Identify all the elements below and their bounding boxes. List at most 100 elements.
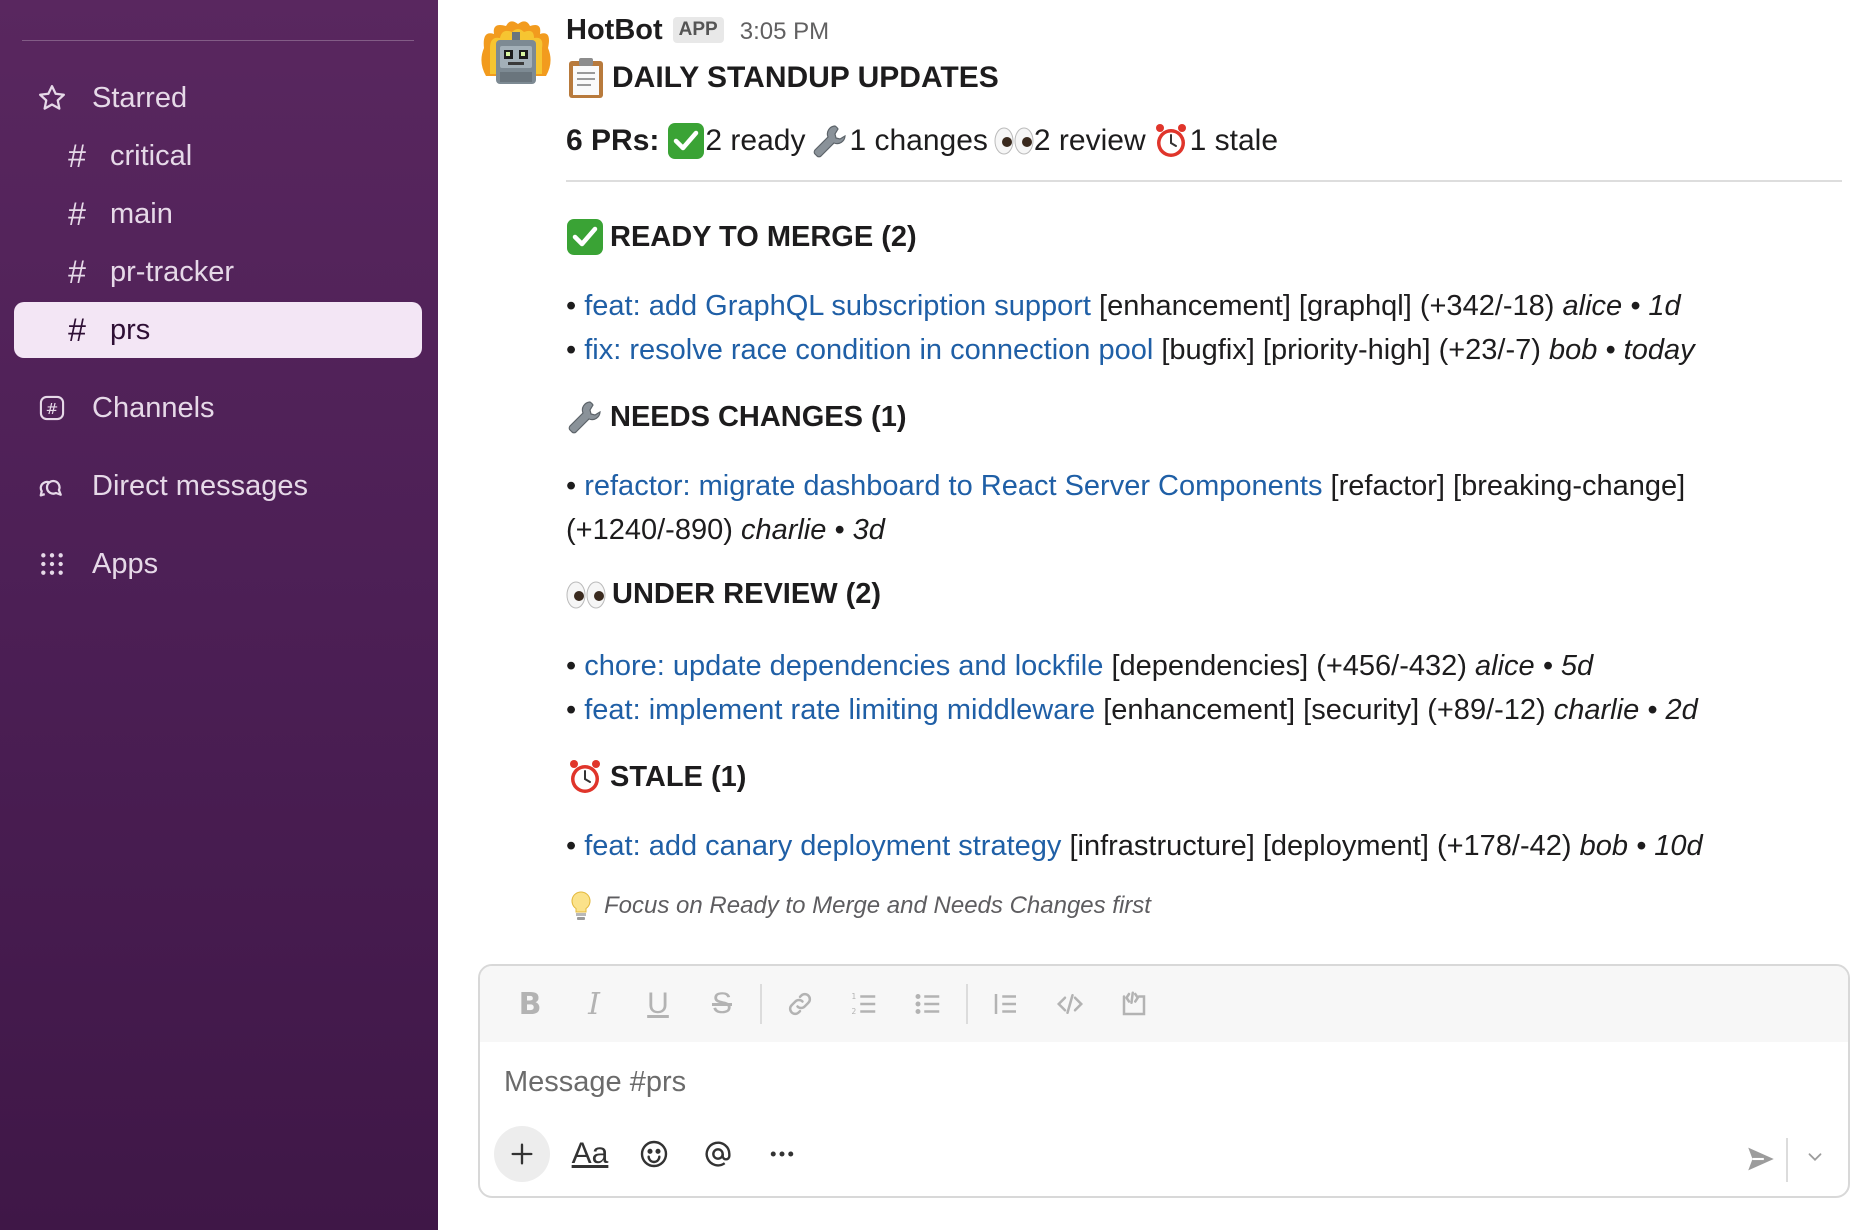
italic-icon[interactable]: I <box>562 978 626 1030</box>
wrench-icon <box>566 398 604 436</box>
summary-changes: 1 changes <box>849 124 988 157</box>
channel-label: prs <box>110 313 151 346</box>
message: HotBot APP 3:05 PM DAILY STANDUP UPDATES… <box>438 0 1860 960</box>
pr-meta: alice • 1d <box>1562 290 1681 322</box>
underline-icon[interactable]: U <box>626 978 690 1030</box>
divider <box>566 180 1842 182</box>
toolbar-separator <box>966 984 968 1024</box>
list-item-continuation: (+1240/-890) charlie • 3d <box>566 508 885 552</box>
message-title: DAILY STANDUP UPDATES <box>566 56 999 100</box>
channel-label: critical <box>110 139 193 172</box>
wrench-icon <box>811 122 849 160</box>
message-input[interactable]: Message #prs <box>504 1066 686 1099</box>
pr-meta: charlie • 2d <box>1553 694 1698 726</box>
timestamp[interactable]: 3:05 PM <box>740 18 829 46</box>
section-heading-text: UNDER REVIEW (2) <box>612 578 882 610</box>
pr-link[interactable]: feat: implement rate limiting middleware <box>584 694 1095 726</box>
message-header: HotBot APP 3:05 PM <box>566 14 829 47</box>
code-icon[interactable] <box>1038 978 1102 1030</box>
pr-tags: [bugfix] [priority-high] (+23/-7) <box>1161 334 1541 366</box>
code-block-icon[interactable] <box>1102 978 1166 1030</box>
bulleted-list-icon[interactable] <box>896 978 960 1030</box>
blockquote-icon[interactable] <box>974 978 1038 1030</box>
message-composer: B I U S 12 Message #prs Aa <box>478 964 1850 1198</box>
channel-label: main <box>110 197 173 230</box>
hash-icon: # <box>68 137 86 174</box>
pr-meta: charlie • 3d <box>740 514 885 546</box>
sidebar-section-starred[interactable]: Starred <box>14 70 422 126</box>
sidebar-section-label: Apps <box>92 547 159 580</box>
section-stale-heading: STALE (1) <box>566 758 746 796</box>
sidebar-channel-pr-tracker[interactable]: # pr-tracker <box>14 244 422 300</box>
list-item: • fix: resolve race condition in connect… <box>566 334 1695 366</box>
tip-text: Focus on Ready to Merge and Needs Change… <box>604 892 1151 919</box>
toolbar-separator <box>760 984 762 1024</box>
section-heading-text: NEEDS CHANGES (1) <box>610 400 907 433</box>
section-heading-text: STALE (1) <box>610 760 747 793</box>
sidebar-channel-critical[interactable]: # critical <box>14 128 422 184</box>
plus-icon[interactable] <box>494 1126 550 1182</box>
check-mark-icon <box>667 122 705 160</box>
sidebar-section-label: Starred <box>92 81 188 114</box>
clipboard-icon <box>566 56 606 100</box>
eyes-icon <box>566 580 606 610</box>
pr-meta: bob • today <box>1548 334 1695 366</box>
mention-icon[interactable] <box>686 1126 750 1182</box>
sidebar-section-channels[interactable]: # Channels <box>14 380 422 436</box>
pr-tags: [dependencies] (+456/-432) <box>1111 650 1467 682</box>
pr-link[interactable]: refactor: migrate dashboard to React Ser… <box>584 470 1322 502</box>
list-item: • chore: update dependencies and lockfil… <box>566 650 1594 682</box>
pr-tags: [refactor] [breaking-change] <box>1330 470 1686 502</box>
pr-link[interactable]: feat: add canary deployment strategy <box>584 830 1061 862</box>
tip: Focus on Ready to Merge and Needs Change… <box>570 890 1151 922</box>
hash-icon: # <box>68 311 86 348</box>
send-separator <box>1786 1138 1788 1182</box>
summary-ready: 2 ready <box>705 124 806 157</box>
hash-icon: # <box>68 253 86 290</box>
composer-actions: Aa <box>494 1126 814 1182</box>
star-icon <box>30 83 74 113</box>
pr-link[interactable]: chore: update dependencies and lockfile <box>584 650 1103 682</box>
section-heading-text: READY TO MERGE (2) <box>610 220 917 253</box>
link-icon[interactable] <box>768 978 832 1030</box>
light-bulb-icon <box>570 890 592 922</box>
chevron-down-icon[interactable] <box>1804 1146 1826 1173</box>
sidebar: Starred # critical # main # pr-tracker #… <box>0 0 438 1230</box>
list-item: • feat: implement rate limiting middlewa… <box>566 694 1698 726</box>
bold-icon[interactable]: B <box>498 978 562 1030</box>
pr-tags: [enhancement] [graphql] (+342/-18) <box>1099 290 1555 322</box>
alarm-clock-icon <box>566 758 604 796</box>
hash-icon: # <box>68 195 86 232</box>
summary-stale: 1 stale <box>1189 124 1279 157</box>
apps-icon <box>30 551 74 577</box>
list-item: • feat: add GraphQL subscription support… <box>566 290 1681 322</box>
bot-avatar[interactable] <box>478 18 554 94</box>
pr-link[interactable]: fix: resolve race condition in connectio… <box>584 334 1153 366</box>
svg-text:1: 1 <box>852 992 857 1001</box>
section-review-heading: UNDER REVIEW (2) <box>566 578 881 611</box>
text-format-label: Aa <box>571 1137 609 1170</box>
svg-text:2: 2 <box>852 1007 857 1016</box>
pr-tags: [infrastructure] [deployment] (+178/-42) <box>1069 830 1572 862</box>
pr-tags: [enhancement] [security] (+89/-12) <box>1103 694 1546 726</box>
section-ready-heading: READY TO MERGE (2) <box>566 218 917 256</box>
sidebar-section-apps[interactable]: Apps <box>14 536 422 592</box>
pr-link[interactable]: feat: add GraphQL subscription support <box>584 290 1091 322</box>
pr-meta: alice • 5d <box>1475 650 1594 682</box>
sidebar-channel-prs[interactable]: # prs <box>14 302 422 358</box>
alarm-clock-icon <box>1152 122 1190 160</box>
strikethrough-icon[interactable]: S <box>690 978 754 1030</box>
ordered-list-icon[interactable]: 12 <box>832 978 896 1030</box>
svg-text:#: # <box>46 400 59 418</box>
app-badge: APP <box>672 17 724 43</box>
sidebar-section-direct-messages[interactable]: Direct messages <box>14 458 422 514</box>
send-icon[interactable] <box>1744 1142 1778 1181</box>
emoji-icon[interactable] <box>622 1126 686 1182</box>
more-icon[interactable] <box>750 1126 814 1182</box>
sidebar-channel-main[interactable]: # main <box>14 186 422 242</box>
author-name[interactable]: HotBot <box>566 14 663 47</box>
summary-prefix: 6 PRs: <box>566 124 660 157</box>
text-format-button[interactable]: Aa <box>558 1126 622 1182</box>
message-title-text: DAILY STANDUP UPDATES <box>612 61 999 94</box>
sidebar-section-label: Channels <box>92 391 215 424</box>
